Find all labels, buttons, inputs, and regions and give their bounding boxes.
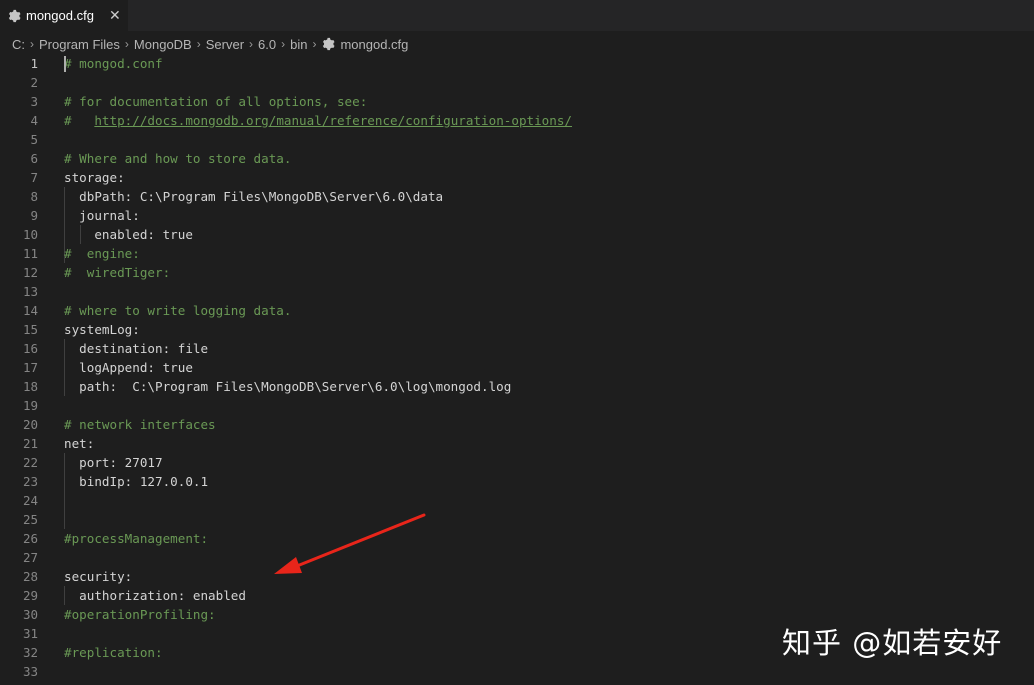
watermark: 知乎 @如若安好 [782,626,1003,660]
red-arrow-annotation [274,513,426,574]
